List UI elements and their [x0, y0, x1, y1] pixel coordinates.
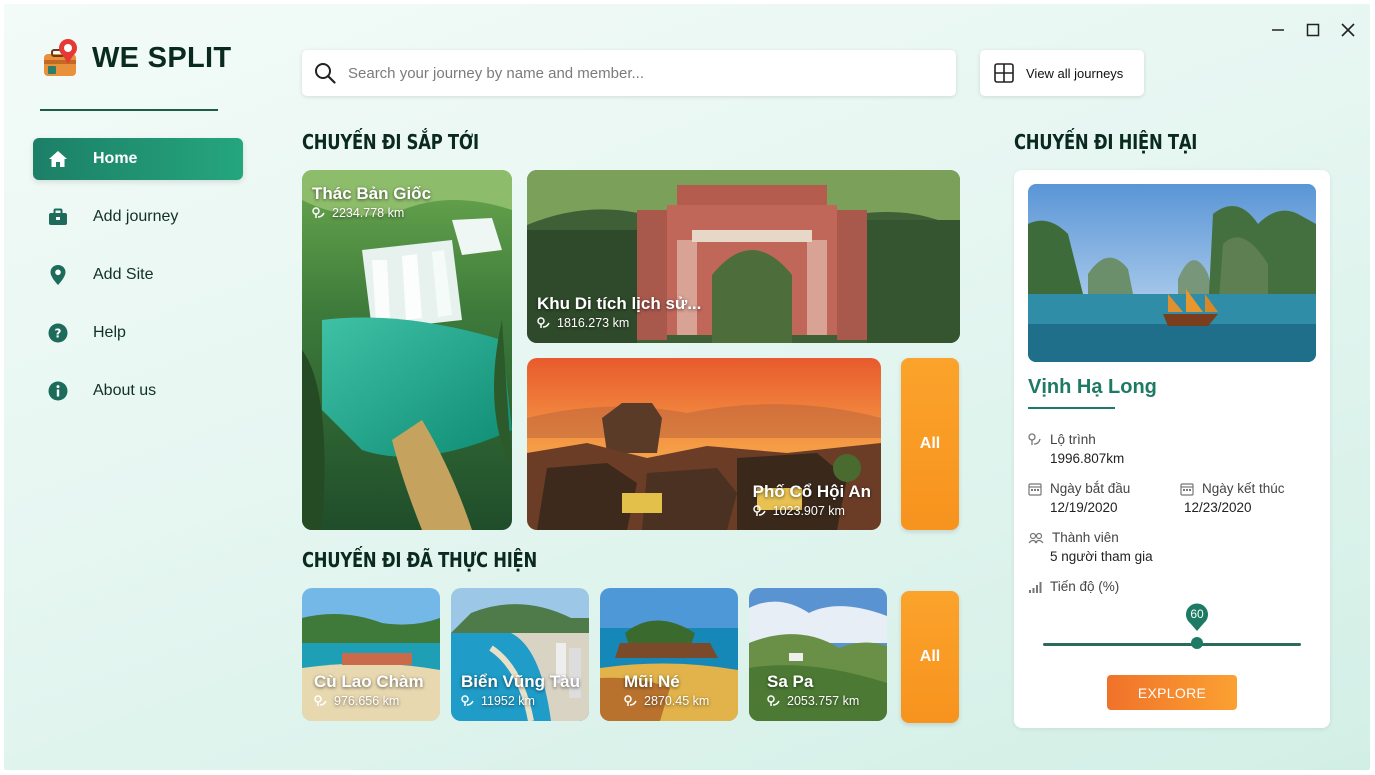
completed-section-title: CHUYẾN ĐI ĐÃ THỰC HIỆN [302, 548, 537, 572]
journey-card-thac-ban-gioc[interactable]: Thác Bản Giốc 2234.778 km [302, 170, 512, 530]
luggage-logo-icon [44, 39, 77, 76]
current-journey-panel: Vịnh Hạ Long Lộ trình 1996.807km Ngày bắ… [1014, 170, 1330, 728]
journey-name: Biển Vũng Tàu [461, 672, 580, 691]
close-button[interactable] [1334, 18, 1362, 42]
help-icon: ? [47, 322, 69, 344]
app-window: WE SPLIT Home Add journey Add Site ? Hel… [4, 4, 1370, 770]
progress-value: 60 [1190, 607, 1204, 621]
current-section-title: CHUYẾN ĐI HIỆN TẠI [1014, 130, 1198, 154]
sidebar-item-help[interactable]: ? Help [33, 312, 243, 354]
journey-card-cu-lao-cham[interactable]: Cù Lao Chàm 976.656 km [302, 588, 440, 721]
end-date-label: Ngày kết thúc [1202, 481, 1285, 496]
current-journey-underline [1028, 407, 1115, 409]
journey-name: Phố Cổ Hội An [752, 482, 871, 501]
grid-icon [994, 63, 1014, 83]
end-date-value: 12/23/2020 [1184, 500, 1252, 515]
home-icon [47, 148, 69, 170]
route-icon [314, 695, 327, 706]
journey-card-sa-pa[interactable]: Sa Pa 2053.757 km [749, 588, 887, 721]
map-pin-icon [47, 264, 69, 286]
members-icon [1028, 532, 1044, 543]
maximize-icon [1306, 23, 1320, 37]
upcoming-section-title: CHUYẾN ĐI SẮP TỚI [302, 130, 479, 154]
route-icon [752, 505, 766, 516]
journey-name: Mũi Né [624, 672, 680, 691]
progress-slider-thumb[interactable] [1191, 637, 1203, 649]
journey-distance: 1816.273 km [557, 316, 630, 330]
sidebar-item-label: Help [93, 324, 126, 341]
route-label: Lộ trình [1050, 432, 1096, 447]
current-journey-image [1028, 184, 1316, 362]
end-date-info: Ngày kết thúc 12/23/2020 [1180, 481, 1285, 515]
journey-distance: 2870.45 km [644, 694, 710, 708]
view-all-journeys-button[interactable]: View all journeys [980, 50, 1144, 96]
completed-all-button[interactable]: All [901, 591, 959, 723]
svg-text:?: ? [55, 327, 62, 341]
journey-distance: 976.656 km [334, 694, 400, 708]
sidebar-item-label: Home [93, 150, 138, 167]
search-icon [315, 63, 336, 84]
route-icon [624, 695, 637, 706]
sidebar-item-home[interactable]: Home [33, 138, 243, 180]
start-date-label: Ngày bắt đầu [1050, 481, 1131, 496]
progress-label: Tiến độ (%) [1050, 579, 1120, 594]
search-bar [302, 50, 956, 96]
journey-distance: 1023.907 km [772, 504, 845, 518]
journey-card-pho-co-hoi-an[interactable]: Phố Cổ Hội An 1023.907 km [527, 358, 881, 530]
bay-image [1028, 184, 1316, 362]
journey-distance: 11952 km [481, 694, 535, 708]
minimize-button[interactable] [1264, 18, 1292, 42]
members-value: 5 người tham gia [1050, 549, 1153, 564]
search-input[interactable] [348, 64, 928, 82]
start-date-value: 12/19/2020 [1050, 500, 1118, 515]
calendar-icon [1028, 482, 1042, 496]
journey-name: Khu Di tích lịch sử... [537, 294, 702, 313]
journey-name: Sa Pa [767, 672, 814, 691]
progress-slider-track [1043, 643, 1301, 646]
calendar-icon [1180, 482, 1194, 496]
start-date-info: Ngày bắt đầu 12/19/2020 [1028, 481, 1130, 515]
current-journey-name: Vịnh Hạ Long [1028, 376, 1157, 398]
sidebar-item-label: Add journey [93, 208, 179, 225]
members-label: Thành viên [1052, 530, 1119, 545]
journey-distance: 2234.778 km [332, 206, 405, 220]
journey-name: Cù Lao Chàm [314, 672, 424, 691]
journey-card-khu-di-tich[interactable]: Khu Di tích lịch sử... 1816.273 km [527, 170, 960, 343]
close-icon [1341, 23, 1355, 37]
journey-card-mui-ne[interactable]: Mũi Né 2870.45 km [600, 588, 738, 721]
app-title: WE SPLIT [92, 41, 232, 74]
route-icon [537, 317, 550, 328]
sidebar-item-add-site[interactable]: Add Site [33, 254, 243, 296]
progress-value-holder: 60 [1184, 602, 1210, 632]
sidebar-item-about-us[interactable]: About us [33, 370, 243, 412]
route-info: Lộ trình 1996.807km [1028, 432, 1124, 466]
waterfall-image [302, 170, 512, 530]
journey-card-bien-vung-tau[interactable]: Biển Vũng Tàu 11952 km [451, 588, 589, 721]
briefcase-icon [47, 206, 69, 228]
journey-distance: 2053.757 km [787, 694, 860, 708]
route-icon [312, 207, 325, 218]
maximize-button[interactable] [1299, 18, 1327, 42]
sidebar-item-label: About us [93, 382, 157, 399]
sidebar-item-label: Add Site [93, 266, 154, 283]
route-value: 1996.807km [1050, 451, 1125, 466]
sidebar-item-add-journey[interactable]: Add journey [33, 196, 243, 238]
route-icon [461, 695, 474, 706]
logo-divider [40, 109, 218, 111]
app-logo: WE SPLIT [40, 36, 231, 80]
journey-name: Thác Bản Giốc [312, 184, 432, 203]
route-icon [1028, 432, 1041, 445]
route-icon [767, 695, 780, 706]
sidebar-nav: Home Add journey Add Site ? Help About u… [33, 138, 243, 428]
progress-chart-icon [1029, 581, 1042, 593]
minimize-icon [1272, 29, 1284, 31]
view-all-journeys-label: View all journeys [1026, 65, 1124, 81]
members-info: Thành viên 5 người tham gia [1028, 530, 1153, 564]
info-icon [47, 380, 69, 402]
explore-button[interactable]: EXPLORE [1107, 675, 1237, 710]
upcoming-all-button[interactable]: All [901, 358, 959, 530]
progress-info: Tiến độ (%) [1028, 579, 1119, 594]
